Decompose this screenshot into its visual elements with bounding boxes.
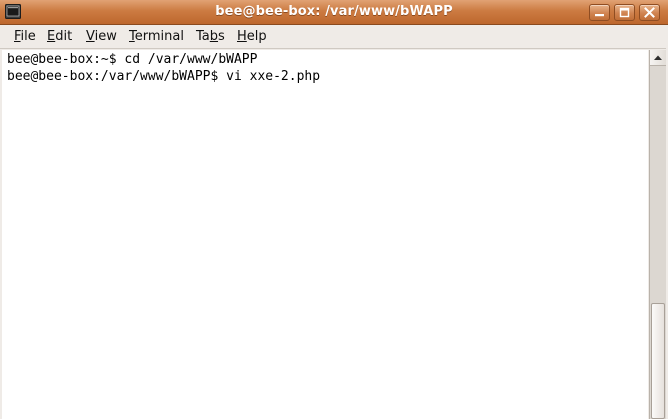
menu-tabs-label-start: Ta <box>196 29 210 44</box>
terminal-line: bee@bee-box:/var/www/bWAPP$ vi xxe-2.php <box>7 69 321 84</box>
menu-tabs-label-end: s <box>218 29 225 44</box>
menu-bar: File Edit View Terminal Tabs Help <box>0 25 668 49</box>
maximize-button[interactable] <box>614 4 635 21</box>
menu-file[interactable]: File <box>14 29 36 44</box>
close-button[interactable] <box>639 4 660 21</box>
menu-edit-mnemonic: E <box>47 29 56 44</box>
terminal-window: bee@bee-box: /var/www/bWAPP File Edit Vi… <box>0 0 668 419</box>
menu-tabs[interactable]: Tabs <box>196 29 225 44</box>
menu-tabs-mnemonic: b <box>209 29 219 44</box>
maximize-icon <box>619 7 630 18</box>
close-icon <box>644 7 655 18</box>
menu-edit-label: dit <box>55 29 73 44</box>
terminal-line: bee@bee-box:~$ cd /var/www/bWAPP <box>7 52 258 67</box>
scroll-thumb[interactable] <box>651 303 665 419</box>
vertical-scrollbar[interactable] <box>649 50 666 419</box>
menu-help-mnemonic: H <box>237 29 247 44</box>
menu-file-label: ile <box>20 29 36 44</box>
menu-edit[interactable]: Edit <box>47 29 72 44</box>
menu-view-mnemonic: V <box>86 29 95 44</box>
window-title: bee@bee-box: /var/www/bWAPP <box>215 4 453 19</box>
scroll-up-button[interactable] <box>650 50 666 66</box>
title-bar[interactable]: bee@bee-box: /var/www/bWAPP <box>0 0 668 25</box>
menu-view-label: iew <box>94 29 117 44</box>
menu-help[interactable]: Help <box>237 29 267 44</box>
menu-terminal[interactable]: Terminal <box>129 29 184 44</box>
menu-terminal-label: erminal <box>134 29 184 44</box>
menu-help-label: elp <box>246 29 267 44</box>
arrow-up-icon <box>654 55 662 60</box>
terminal-output[interactable]: bee@bee-box:~$ cd /var/www/bWAPP bee@bee… <box>2 50 648 419</box>
minimize-icon <box>595 14 604 17</box>
menu-view[interactable]: View <box>86 29 117 44</box>
minimize-button[interactable] <box>589 4 610 21</box>
